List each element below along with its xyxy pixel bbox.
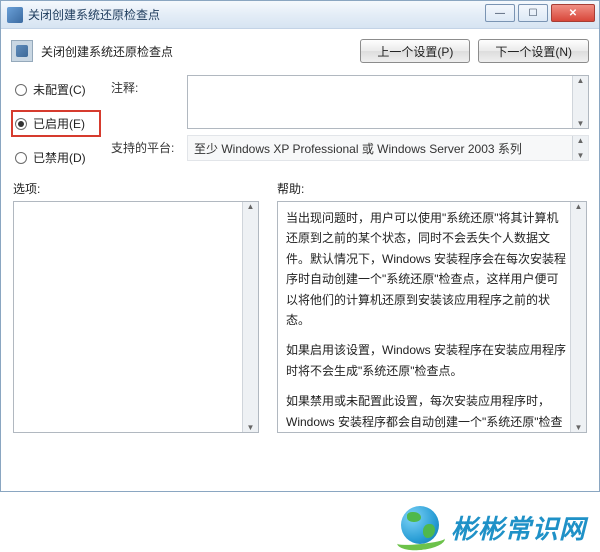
policy-icon [11, 40, 33, 62]
scrollbar[interactable]: ▲▼ [570, 202, 586, 432]
minimize-button[interactable]: — [485, 4, 515, 22]
radio-icon [15, 84, 27, 96]
comment-textarea[interactable]: ▲▼ [187, 75, 589, 129]
radio-label: 已启用(E) [33, 115, 85, 132]
options-box[interactable]: ▲▼ [13, 201, 259, 433]
help-paragraph: 当出现问题时，用户可以使用"系统还原"将其计算机还原到之前的某个状态，同时不会丢… [286, 208, 566, 330]
platform-display: 至少 Windows XP Professional 或 Windows Ser… [187, 135, 589, 161]
window-title: 关闭创建系统还原检查点 [28, 6, 160, 23]
radio-icon [15, 152, 27, 164]
watermark-text: 彬彬常识网 [451, 509, 586, 546]
maximize-button[interactable]: ☐ [518, 4, 548, 22]
previous-setting-button[interactable]: 上一个设置(P) [360, 39, 470, 63]
lower-panes: 选项: ▲▼ 帮助: 当出现问题时，用户可以使用"系统还原"将其计算机还原到之前… [11, 180, 589, 433]
options-column: 选项: ▲▼ [13, 180, 259, 433]
highlight-box: 已启用(E) [11, 110, 101, 137]
next-setting-button[interactable]: 下一个设置(N) [478, 39, 589, 63]
watermark: 彬彬常识网 [401, 506, 586, 548]
help-paragraph: 如果启用该设置，Windows 安装程序在安装应用程序时将不会生成"系统还原"检… [286, 340, 566, 381]
help-column: 帮助: 当出现问题时，用户可以使用"系统还原"将其计算机还原到之前的某个状态，同… [277, 180, 587, 433]
scrollbar[interactable]: ▲▼ [572, 136, 588, 160]
app-icon [7, 7, 23, 23]
policy-title: 关闭创建系统还原检查点 [41, 43, 360, 60]
radio-not-configured[interactable]: 未配置(C) [15, 81, 101, 98]
help-label: 帮助: [277, 180, 587, 197]
scrollbar[interactable]: ▲▼ [572, 76, 588, 128]
radio-disabled[interactable]: 已禁用(D) [15, 149, 101, 166]
globe-icon [401, 506, 443, 548]
radio-label: 已禁用(D) [33, 149, 86, 166]
scrollbar[interactable]: ▲▼ [242, 202, 258, 432]
platform-value: 至少 Windows XP Professional 或 Windows Ser… [194, 142, 522, 156]
help-paragraph: 如果禁用或未配置此设置，每次安装应用程序时，Windows 安装程序都会自动创建… [286, 391, 566, 433]
platform-label: 支持的平台: [111, 135, 179, 156]
radio-group: 未配置(C) 已启用(E) 已禁用(D) [11, 75, 101, 166]
platform-row: 支持的平台: 至少 Windows XP Professional 或 Wind… [111, 135, 589, 161]
help-text: 当出现问题时，用户可以使用"系统还原"将其计算机还原到之前的某个状态，同时不会丢… [278, 202, 586, 433]
window-controls: — ☐ ✕ [485, 4, 595, 22]
radio-icon [15, 118, 27, 130]
radio-label: 未配置(C) [33, 81, 86, 98]
content-area: 关闭创建系统还原检查点 上一个设置(P) 下一个设置(N) 未配置(C) 已启用… [1, 29, 599, 433]
dialog-window: 关闭创建系统还原检查点 — ☐ ✕ 关闭创建系统还原检查点 上一个设置(P) 下… [0, 0, 600, 492]
fields-column: 注释: ▲▼ 支持的平台: 至少 Windows XP Professional… [111, 75, 589, 166]
comment-row: 注释: ▲▼ [111, 75, 589, 129]
titlebar: 关闭创建系统还原检查点 — ☐ ✕ [1, 1, 599, 29]
header-row: 关闭创建系统还原检查点 上一个设置(P) 下一个设置(N) [11, 35, 589, 67]
options-label: 选项: [13, 180, 259, 197]
config-form: 未配置(C) 已启用(E) 已禁用(D) 注释: [11, 75, 589, 166]
close-button[interactable]: ✕ [551, 4, 595, 22]
help-box[interactable]: 当出现问题时，用户可以使用"系统还原"将其计算机还原到之前的某个状态，同时不会丢… [277, 201, 587, 433]
radio-enabled[interactable]: 已启用(E) [15, 115, 95, 132]
comment-label: 注释: [111, 75, 179, 96]
